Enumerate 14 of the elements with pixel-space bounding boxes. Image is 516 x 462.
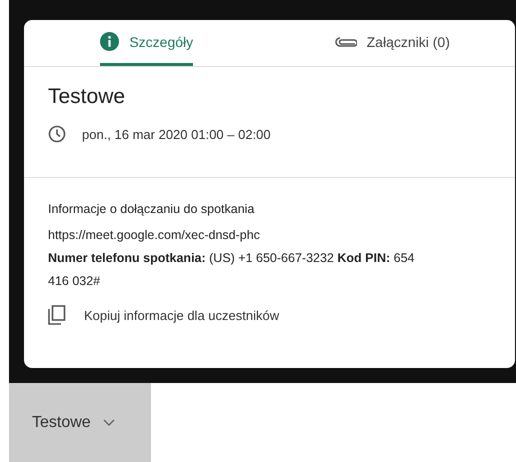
event-title: Testowe — [48, 85, 126, 109]
clock-icon — [48, 125, 66, 143]
meeting-link[interactable]: https://meet.google.com/xec-dnsd-phc — [48, 224, 260, 247]
chevron-down-icon — [102, 418, 115, 426]
info-icon — [100, 32, 120, 51]
event-chip[interactable]: Testowe — [9, 383, 151, 462]
joining-heading: Informacje o dołączaniu do spotkania — [48, 202, 256, 216]
event-datetime: pon., 16 mar 2020 01:00 – 02:00 — [82, 126, 271, 142]
copy-icon — [48, 305, 66, 325]
tab[interactable]: Załączniki (0) — [270, 20, 515, 66]
paperclip-icon — [334, 36, 357, 48]
copy-info-button[interactable]: Kopiuj informacje dla uczestników — [48, 305, 280, 325]
tab[interactable]: Szczegóły — [24, 20, 270, 66]
phone-info: Numer telefonu spotkania: (US) +1 650-667-3232 Kod PIN: 654 416 032# — [48, 250, 416, 290]
